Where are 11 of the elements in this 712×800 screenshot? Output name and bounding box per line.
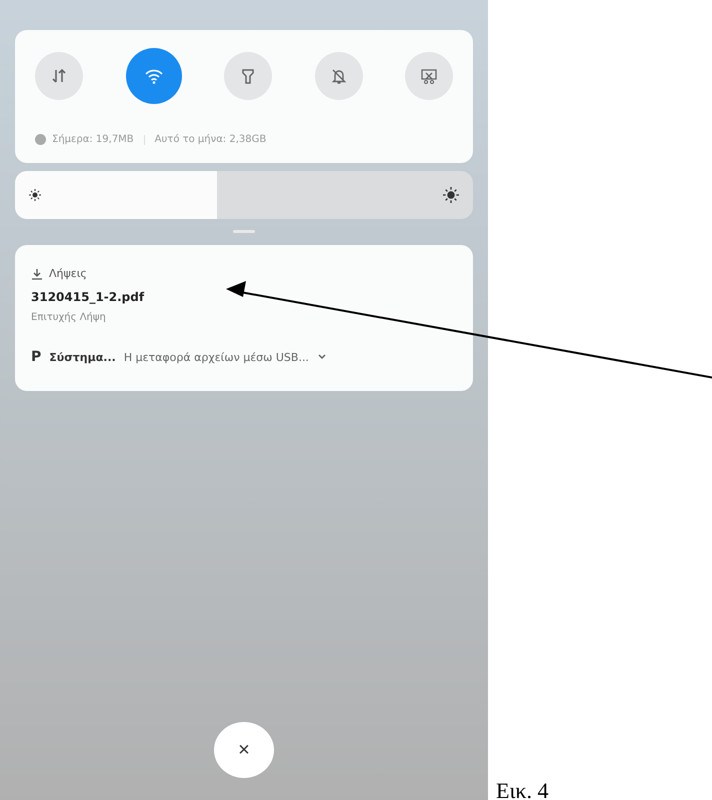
data-month: Αυτό το μήνα: 2,38GB — [154, 134, 266, 145]
app-name: Σύστημα... — [49, 350, 116, 364]
close-button[interactable]: × — [214, 722, 274, 778]
data-today: Σήμερα: 19,7MB — [52, 134, 134, 145]
app-letter: P — [31, 349, 42, 365]
notification-text: Η μεταφορά αρχείων μέσω USB... — [124, 350, 309, 364]
app-name: Λήψεις — [49, 267, 87, 280]
notification-title: 3120415_1-2.pdf — [31, 290, 146, 304]
notification-card[interactable]: Λήψεις 3120415_1-2.pdf Επιτυχής Λήψη P Σύστημα... Η μεταφορά αρχείων μέσω USB... — [15, 245, 473, 391]
figure-caption: Εικ. 4 — [496, 778, 548, 800]
notification-text: Επιτυχής Λήψη — [31, 312, 107, 323]
